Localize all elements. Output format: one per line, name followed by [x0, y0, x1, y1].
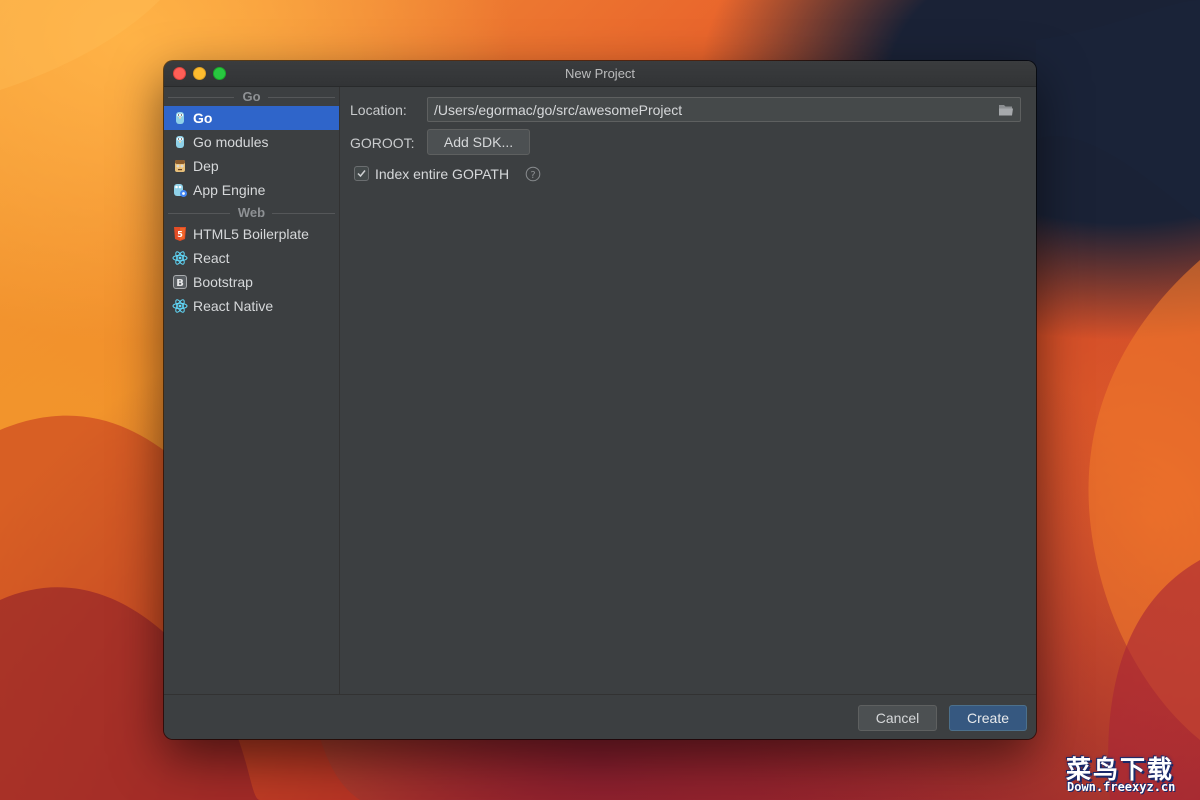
dep-icon	[175, 160, 185, 172]
react-icon	[172, 251, 188, 265]
sidebar-item-dep[interactable]: Dep	[164, 154, 339, 178]
sidebar-item-label: App Engine	[193, 182, 266, 198]
sidebar-item-label: React Native	[193, 298, 274, 314]
svg-text:?: ?	[530, 170, 535, 181]
location-value: /Users/egormac/go/src/awesomeProject	[434, 102, 683, 118]
bootstrap-icon: B	[173, 275, 187, 289]
app-engine-icon	[174, 184, 187, 197]
group-header-label: Web	[237, 205, 266, 220]
svg-text:5: 5	[177, 230, 183, 239]
sidebar-item-react-native[interactable]: React Native	[164, 294, 339, 318]
watermark-url: Down.freexyz.cn	[1067, 780, 1176, 794]
cancel-button[interactable]: Cancel	[858, 705, 937, 731]
location-label: Location:	[350, 102, 407, 118]
sidebar-item-label: Dep	[193, 158, 219, 174]
help-icon[interactable]: ?	[525, 166, 541, 182]
gopher-icon	[176, 112, 184, 124]
sidebar-item-go-modules[interactable]: Go modules	[164, 130, 339, 154]
index-gopath-label[interactable]: Index entire GOPATH	[375, 166, 509, 182]
sidebar-item-go[interactable]: Go	[164, 106, 339, 130]
checkmark-icon	[357, 170, 366, 178]
title-bar[interactable]: New Project	[164, 61, 1036, 87]
location-input[interactable]: /Users/egormac/go/src/awesomeProject	[427, 97, 1021, 122]
group-header-label: Go	[242, 89, 261, 104]
sidebar-item-react[interactable]: React	[164, 246, 339, 270]
gopher-icon	[176, 136, 184, 148]
sidebar-item-app-engine[interactable]: App Engine	[164, 178, 339, 202]
folder-icon[interactable]	[998, 103, 1014, 117]
index-gopath-checkbox[interactable]	[354, 166, 369, 181]
sidebar-item-bootstrap[interactable]: B Bootstrap	[164, 270, 339, 294]
svg-text:B: B	[176, 278, 184, 289]
sidebar-item-label: React	[193, 250, 230, 266]
goroot-label: GOROOT:	[350, 135, 415, 151]
sidebar-item-html5-boilerplate[interactable]: 5 HTML5 Boilerplate	[164, 222, 339, 246]
project-type-sidebar: Go Go Go modules Dep App Engine Web 5 HT…	[164, 87, 340, 694]
add-sdk-button[interactable]: Add SDK...	[427, 129, 530, 155]
watermark: 菜鸟下载 Down.freexyz.cn	[1062, 748, 1198, 798]
sidebar-item-label: Bootstrap	[193, 274, 253, 290]
group-header-web: Web	[164, 204, 339, 222]
html5-icon: 5	[174, 227, 186, 241]
window-title: New Project	[564, 66, 636, 81]
sidebar-item-label: Go	[193, 110, 213, 126]
react-icon	[172, 299, 188, 313]
group-header-go: Go	[164, 88, 339, 106]
create-button[interactable]: Create	[949, 705, 1027, 731]
dialog-footer: Cancel Create	[164, 694, 1036, 739]
sidebar-item-label: HTML5 Boilerplate	[193, 226, 309, 242]
project-settings-panel: Location: /Users/egormac/go/src/awesomeP…	[340, 87, 1036, 694]
sidebar-item-label: Go modules	[193, 134, 269, 150]
new-project-dialog: New Project Go Go Go modules Dep App Eng…	[164, 61, 1036, 739]
